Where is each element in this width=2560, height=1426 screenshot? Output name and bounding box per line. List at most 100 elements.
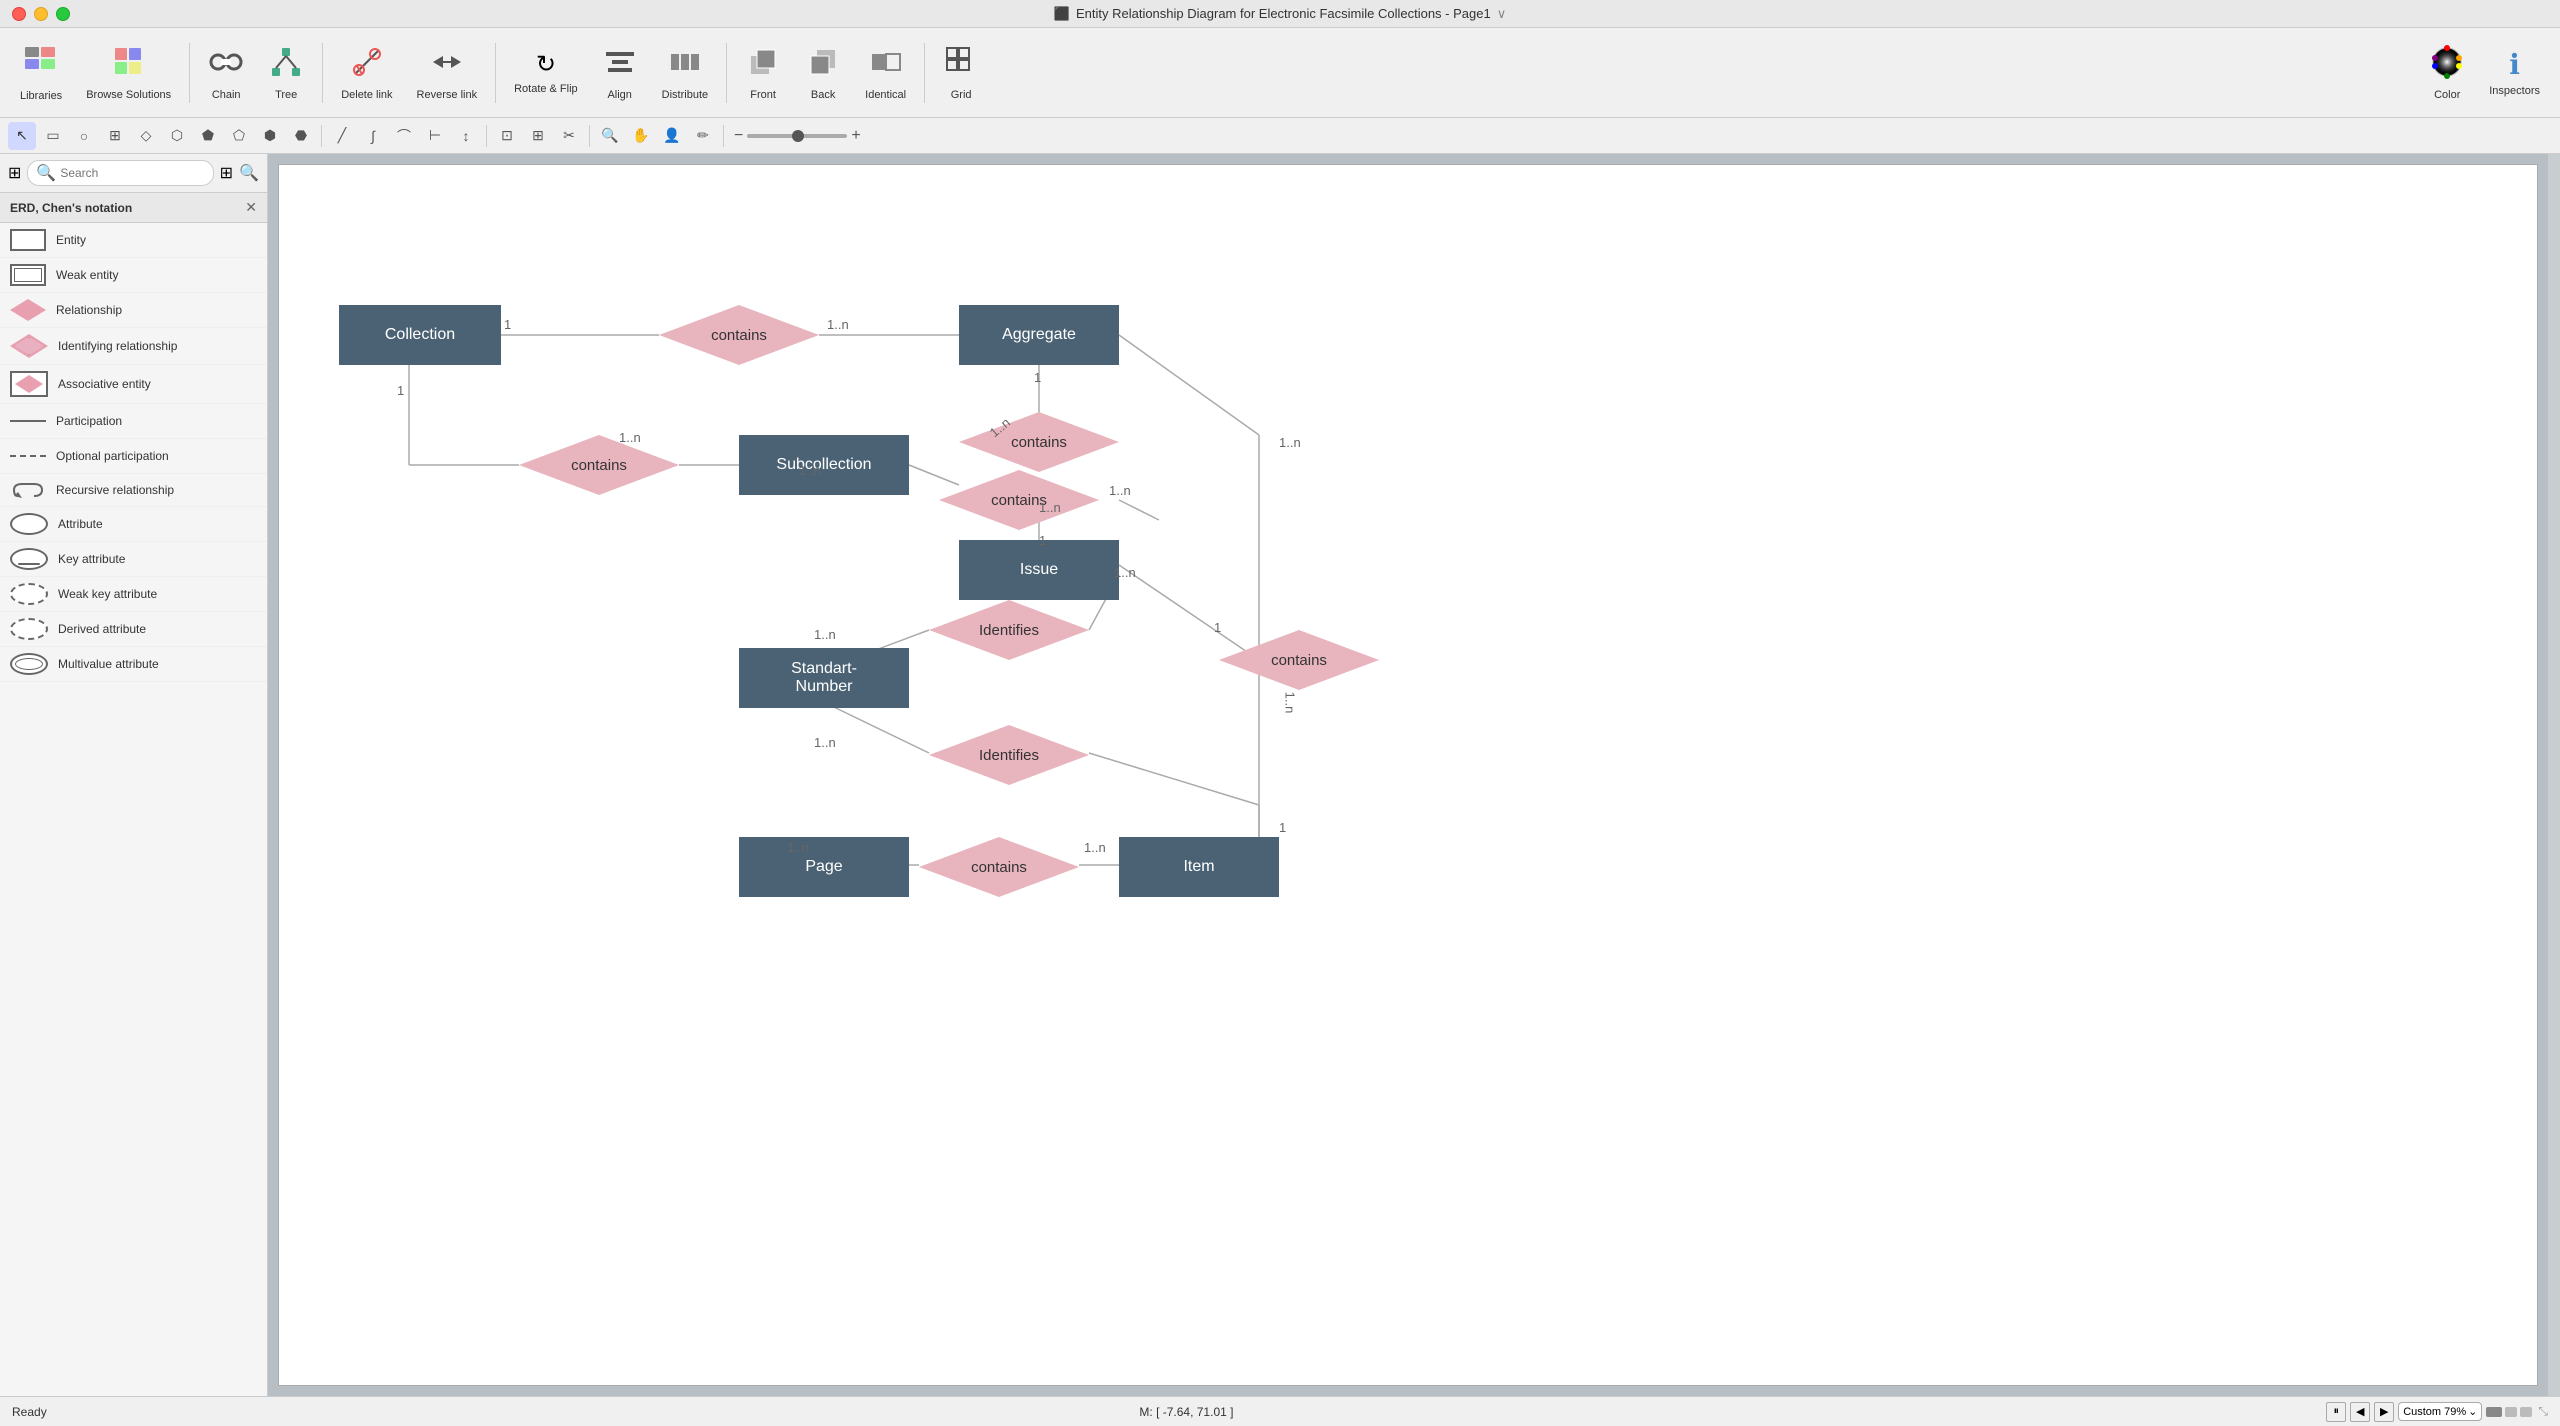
sidebar-item-weak-entity[interactable]: Weak entity [0,258,267,293]
sidebar-item-multivalue-attribute[interactable]: Multivalue attribute [0,647,267,682]
color-button[interactable]: Color [2419,40,2475,105]
statusbar: Ready M: [ -7.64, 71.01 ] ⏸ ◀ ▶ Custom 7… [0,1396,2560,1426]
browse-solutions-button[interactable]: Browse Solutions [76,40,181,105]
maximize-button[interactable] [56,7,70,21]
line-tool[interactable]: ╱ [328,122,356,150]
relationship-contains6[interactable]: contains [1219,630,1379,690]
sidebar-item-derived-attribute[interactable]: Derived attribute [0,612,267,647]
distribute-button[interactable]: Distribute [652,40,718,105]
bezier-tool[interactable]: ⌒ [390,122,418,150]
ellipse-tool[interactable]: ○ [70,122,98,150]
tree-button[interactable]: Tree [258,40,314,105]
sidebar-item-relationship[interactable]: Relationship [0,293,267,328]
zoom-select[interactable]: Custom 79% ⌄ [2398,1402,2482,1421]
zoom-out-button[interactable]: − [734,127,743,145]
rect-tool[interactable]: ▭ [39,122,67,150]
entity-page[interactable]: Page [739,837,909,897]
sidebar-item-optional-participation[interactable]: Optional participation [0,439,267,474]
relationship-contains3[interactable]: contains [939,470,1099,530]
sidebar-close-button[interactable]: ✕ [245,199,257,216]
relationship-identifies1[interactable]: Identifies [929,600,1089,660]
minimize-button[interactable] [34,7,48,21]
search-icon: 🔍 [36,163,56,183]
arrow-tool[interactable]: ↕ [452,122,480,150]
prev-page-button[interactable]: ◀ [2350,1402,2370,1422]
relationship-contains5[interactable]: contains [919,837,1079,897]
status-coordinates: M: [ -7.64, 71.01 ] [1139,1405,1233,1419]
page-dot-2[interactable] [2505,1407,2517,1417]
sidebar-grid-icon[interactable]: ⊞ [8,163,21,183]
chain-button[interactable]: Chain [198,40,254,105]
entity-standart-number[interactable]: Standart- Number [739,648,909,708]
diagram-canvas[interactable]: Collection Aggregate Subcollection Issue… [278,164,2538,1386]
shape-tool-2[interactable]: ⬡ [163,122,191,150]
weak-key-attribute-shape-icon [10,583,48,605]
align-button[interactable]: Align [592,40,648,105]
delete-link-button[interactable]: Delete link [331,40,402,105]
shape-tool-5[interactable]: ⬢ [256,122,284,150]
tools-divider-3 [589,125,590,147]
crop-tool[interactable]: ⊞ [524,122,552,150]
sidebar-search-icon[interactable]: 🔍 [239,163,259,183]
sidebar-item-associative-entity[interactable]: Associative entity [0,365,267,404]
rotate-flip-button[interactable]: ↻ Rotate & Flip [504,46,588,99]
associative-entity-label: Associative entity [58,377,151,391]
identical-button[interactable]: Identical [855,40,916,105]
sidebar-item-weak-key-attribute[interactable]: Weak key attribute [0,577,267,612]
sidebar-item-participation[interactable]: Participation [0,404,267,439]
label-1n-ident1-issue: 1..n [1114,565,1136,580]
relationship-contains2[interactable]: contains [519,435,679,495]
zoom-in-tool[interactable]: 🔍 [596,122,624,150]
entity-collection[interactable]: Collection [339,305,501,365]
shape-tool-4[interactable]: ⬠ [225,122,253,150]
zoom-slider[interactable] [747,134,847,138]
close-button[interactable] [12,7,26,21]
reverse-link-button[interactable]: Reverse link [407,40,488,105]
sidebar-items: Entity Weak entity Relationship Ide [0,223,267,1396]
search-input[interactable] [60,166,204,180]
group-tool[interactable]: ⊡ [493,122,521,150]
entity-issue[interactable]: Issue [959,540,1119,600]
main-layout: ⊞ 🔍 ⊞ 🔍 ERD, Chen's notation ✕ Entity [0,154,2560,1396]
relationship-contains1[interactable]: contains [659,305,819,365]
next-page-button[interactable]: ▶ [2374,1402,2394,1422]
relationship-contains4[interactable]: contains [959,412,1119,472]
cut-tool[interactable]: ✂ [555,122,583,150]
grid-label: Grid [951,89,972,101]
grid-button[interactable]: Grid [933,40,989,105]
sidebar-item-entity[interactable]: Entity [0,223,267,258]
select-tool[interactable]: ↖ [8,122,36,150]
label-1n-contains-agg: 1..n [827,317,849,332]
browse-icon [111,44,147,85]
sidebar-view-icon[interactable]: ⊞ [220,163,233,183]
sidebar-item-identifying-rel[interactable]: Identifying relationship [0,328,267,365]
relationship-identifies2[interactable]: Identifies [929,725,1089,785]
user-tool[interactable]: 👤 [658,122,686,150]
curve-tool[interactable]: ∫ [359,122,387,150]
key-attribute-shape-icon [10,548,48,570]
page-dot-1[interactable] [2486,1407,2502,1417]
page-dot-3[interactable] [2520,1407,2532,1417]
pen-tool[interactable]: ✏ [689,122,717,150]
sidebar-item-attribute[interactable]: Attribute [0,507,267,542]
participation-label: Participation [56,414,122,428]
pan-tool[interactable]: ✋ [627,122,655,150]
table-tool[interactable]: ⊞ [101,122,129,150]
shape-tool-6[interactable]: ⬣ [287,122,315,150]
pause-button[interactable]: ⏸ [2326,1402,2346,1422]
entity-subcollection[interactable]: Subcollection [739,435,909,495]
zoom-in-button[interactable]: + [851,127,860,145]
inspectors-button[interactable]: ℹ Inspectors [2479,44,2550,101]
shape-tool-3[interactable]: ⬟ [194,122,222,150]
shape-tool-1[interactable]: ◇ [132,122,160,150]
libraries-button[interactable]: Libraries [10,39,72,106]
front-button[interactable]: Front [735,40,791,105]
tools-divider-1 [321,125,322,147]
sidebar-item-key-attribute[interactable]: Key attribute [0,542,267,577]
connector-tool[interactable]: ⊢ [421,122,449,150]
back-button[interactable]: Back [795,40,851,105]
entity-item[interactable]: Item [1119,837,1279,897]
sidebar-item-recursive-rel[interactable]: Recursive relationship [0,474,267,507]
search-box[interactable]: 🔍 [27,160,213,186]
entity-aggregate[interactable]: Aggregate [959,305,1119,365]
